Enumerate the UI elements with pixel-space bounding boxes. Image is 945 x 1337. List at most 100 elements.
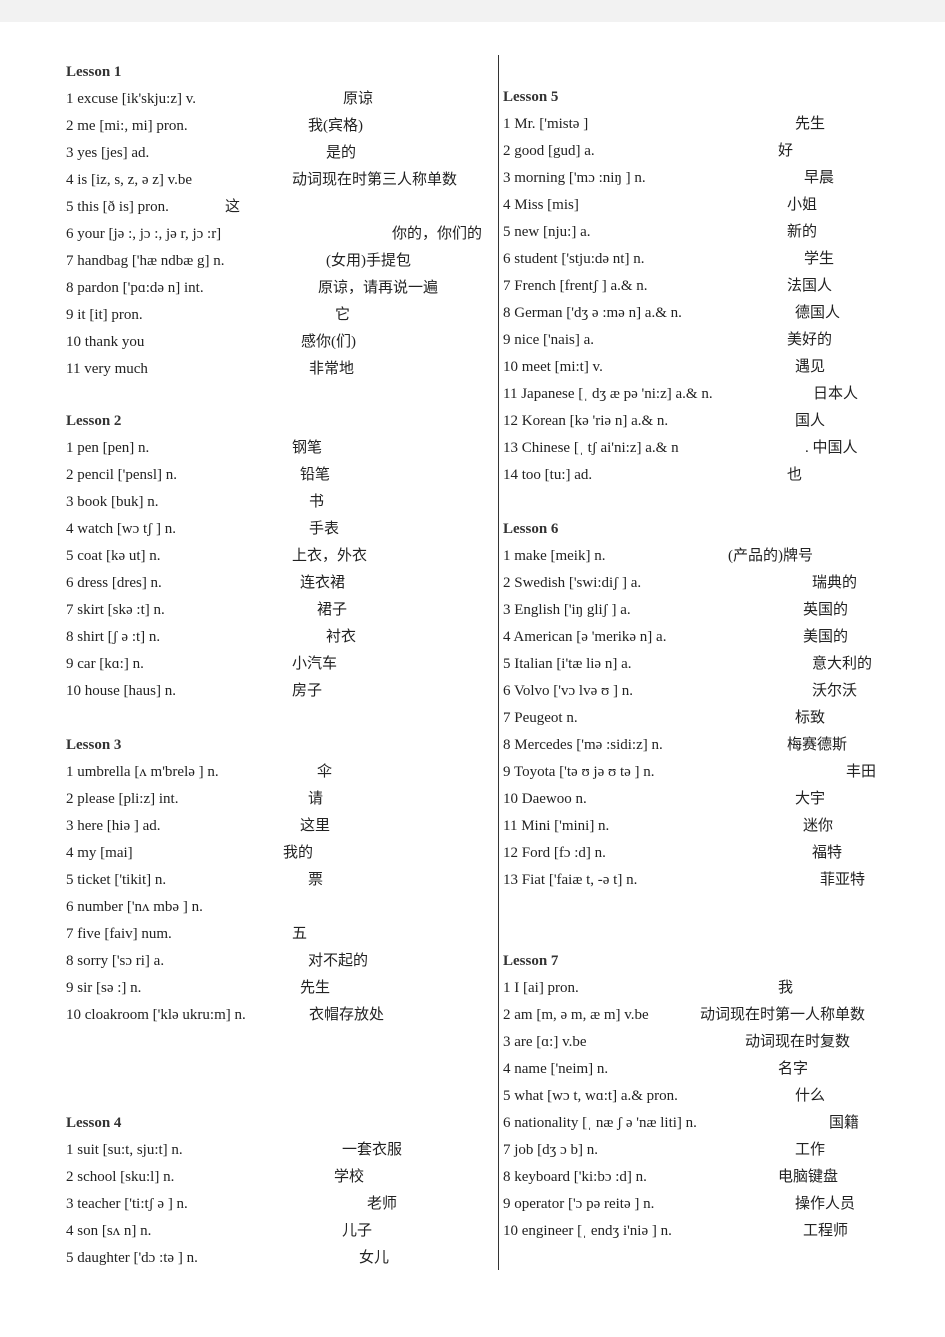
vocab-word: 4 watch [wɔ tʃ ] n. <box>66 521 176 537</box>
vocab-meaning: 标致 <box>795 710 826 726</box>
vocab-word: 10 thank you <box>66 334 145 350</box>
vocab-meaning: 国籍 <box>829 1115 860 1131</box>
vocab-meaning: 美国的 <box>803 629 849 645</box>
vocab-word: 9 operator ['ɔ pə reitə ] n. <box>503 1196 655 1212</box>
vocab-meaning: 美好的 <box>787 332 833 348</box>
vocab-meaning: 感你(们) <box>301 334 356 350</box>
vocab-word: 9 nice ['nais] a. <box>503 332 594 348</box>
vocab-word: 10 house [haus] n. <box>66 683 176 699</box>
vocab-word: 3 here [hiə ] ad. <box>66 818 161 834</box>
vocab-word: 1 pen [pen] n. <box>66 440 150 456</box>
vocab-word: 2 school [sku:l] n. <box>66 1169 175 1185</box>
vocab-meaning: 儿子 <box>342 1223 373 1239</box>
vocab-word: 7 five [faiv] num. <box>66 926 172 942</box>
vocab-word: 5 this [ð is] pron. <box>66 199 169 215</box>
vocab-word: 10 cloakroom ['klə ukru:m] n. <box>66 1007 246 1023</box>
vocab-word: 6 nationality [ˌ næ ʃ ə 'næ liti] n. <box>503 1115 697 1131</box>
vocab-meaning: 女儿 <box>359 1250 390 1266</box>
vocab-word: 9 it [it] pron. <box>66 307 143 323</box>
vocab-meaning: 我 <box>778 980 794 996</box>
vocab-word: 7 job [dʒ ɔ b] n. <box>503 1142 598 1158</box>
vocab-meaning: 原谅，请再说一遍 <box>318 280 439 296</box>
vocab-word: 11 Japanese [ˌ dʒ æ pə 'ni:z] a.& n. <box>503 386 713 402</box>
vocab-word: 5 coat [kə ut] n. <box>66 548 161 564</box>
vocab-meaning: 法国人 <box>787 278 833 294</box>
vocab-word: 1 I [ai] pron. <box>503 980 579 996</box>
vocab-word: 10 meet [mi:t] v. <box>503 359 603 375</box>
vocab-meaning: (产品的)牌号 <box>728 548 813 564</box>
vocab-meaning: 工作 <box>795 1142 826 1158</box>
vocab-meaning: 它 <box>335 307 351 323</box>
vocab-word: 4 son [sʌ n] n. <box>66 1223 152 1239</box>
vocab-meaning: 我(宾格) <box>308 118 363 134</box>
vocab-word: 5 Italian [i'tæ liə n] a. <box>503 656 632 672</box>
document-page: Lesson 1 1 excuse [ik'skju:z] v. 原谅 2 me [m… <box>0 0 945 1337</box>
column-divider <box>498 55 499 1270</box>
vocab-meaning: 瑞典的 <box>812 575 858 591</box>
lesson-title: Lesson 7 <box>503 953 559 969</box>
vocab-meaning: 铅笔 <box>300 467 331 483</box>
vocab-meaning: 英国的 <box>803 602 849 618</box>
vocab-meaning: 房子 <box>292 683 323 699</box>
vocab-meaning: 小汽车 <box>292 656 338 672</box>
vocab-word: 3 yes [jes] ad. <box>66 145 150 161</box>
vocab-meaning: 迷你 <box>803 818 834 834</box>
vocab-word: 2 good [gud] a. <box>503 143 595 159</box>
vocab-word: 4 American [ə 'merikə n] a. <box>503 629 667 645</box>
vocab-meaning: 票 <box>308 872 324 888</box>
vocab-word: 2 pencil ['pensl] n. <box>66 467 178 483</box>
vocab-meaning: 菲亚特 <box>820 872 866 888</box>
vocab-meaning: 伞 <box>317 764 333 780</box>
vocab-meaning: 非常地 <box>309 361 355 377</box>
vocab-word: 6 dress [dres] n. <box>66 575 162 591</box>
vocab-meaning: 原谅 <box>343 91 374 107</box>
vocab-meaning: 一套衣服 <box>342 1142 403 1158</box>
vocab-word: 5 what [wɔ t, wɑ:t] a.& pron. <box>503 1088 678 1104</box>
vocab-word: 3 morning ['mɔ :niŋ ] n. <box>503 170 646 186</box>
vocab-meaning: 大宇 <box>795 791 826 807</box>
vocab-meaning: 德国人 <box>795 305 841 321</box>
vocab-meaning: 先生 <box>300 980 331 996</box>
vocab-meaning: 意大利的 <box>812 656 873 672</box>
lesson-title: Lesson 1 <box>66 64 122 80</box>
vocab-word: 9 sir [sə :] n. <box>66 980 142 996</box>
vocab-word: 5 daughter ['dɔ :tə ] n. <box>66 1250 198 1266</box>
vocab-meaning: 福特 <box>812 845 843 861</box>
vocab-word: 9 Toyota ['tə ʊ jə ʊ tə ] n. <box>503 764 655 780</box>
vocab-meaning: 这里 <box>300 818 331 834</box>
vocab-meaning: 遇见 <box>795 359 826 375</box>
vocab-word: 6 Volvo ['vɔ lvə ʊ ] n. <box>503 683 633 699</box>
vocab-meaning: 日本人 <box>813 386 859 402</box>
vocab-word: 3 book [buk] n. <box>66 494 159 510</box>
vocab-meaning: 上衣，外衣 <box>292 548 368 564</box>
lesson-title: Lesson 2 <box>66 413 122 429</box>
vocab-meaning: 书 <box>309 494 325 510</box>
vocab-meaning: 裙子 <box>317 602 348 618</box>
vocab-meaning: (女用)手提包 <box>326 253 411 269</box>
vocab-word: 13 Fiat ['faiæ t, -ə t] n. <box>503 872 638 888</box>
vocab-word: 12 Ford [fɔ :d] n. <box>503 845 606 861</box>
vocab-word: 3 teacher ['ti:tʃ ə ] n. <box>66 1196 188 1212</box>
vocab-word: 10 engineer [ˌ endʒ i'niə ] n. <box>503 1223 672 1239</box>
vocab-word: 2 am [m, ə m, æ m] v.be <box>503 1007 649 1023</box>
vocab-meaning: 小姐 <box>787 197 818 213</box>
vocab-word: 6 number ['nʌ mbə ] n. <box>66 899 203 915</box>
vocab-word: 9 car [kɑ:] n. <box>66 656 144 672</box>
vocab-meaning: 五 <box>292 926 308 942</box>
vocab-word: 8 Mercedes ['mə :sidi:z] n. <box>503 737 663 753</box>
vocab-word: 7 French [frentʃ ] a.& n. <box>503 278 648 294</box>
vocab-meaning: 衣帽存放处 <box>309 1007 385 1023</box>
vocab-word: 6 your [jə :, jɔ :, jə r, jɔ :r] <box>66 226 222 242</box>
lesson-title: Lesson 3 <box>66 737 122 753</box>
vocab-meaning: 我的 <box>283 845 314 861</box>
vocab-word: 4 is [iz, s, z, ə z] v.be <box>66 172 193 188</box>
vocab-meaning: 先生 <box>795 116 826 132</box>
lesson-title: Lesson 5 <box>503 89 559 105</box>
vocab-meaning: 学校 <box>334 1169 365 1185</box>
vocab-meaning: 早晨 <box>804 170 835 186</box>
vocab-word: 5 ticket ['tikit] n. <box>66 872 167 888</box>
vocab-meaning: 什么 <box>795 1088 826 1104</box>
vocab-word: 2 Swedish ['swi:diʃ ] a. <box>503 575 642 591</box>
vocab-word: 5 new [nju:] a. <box>503 224 591 240</box>
vocab-meaning: 也 <box>787 467 803 483</box>
